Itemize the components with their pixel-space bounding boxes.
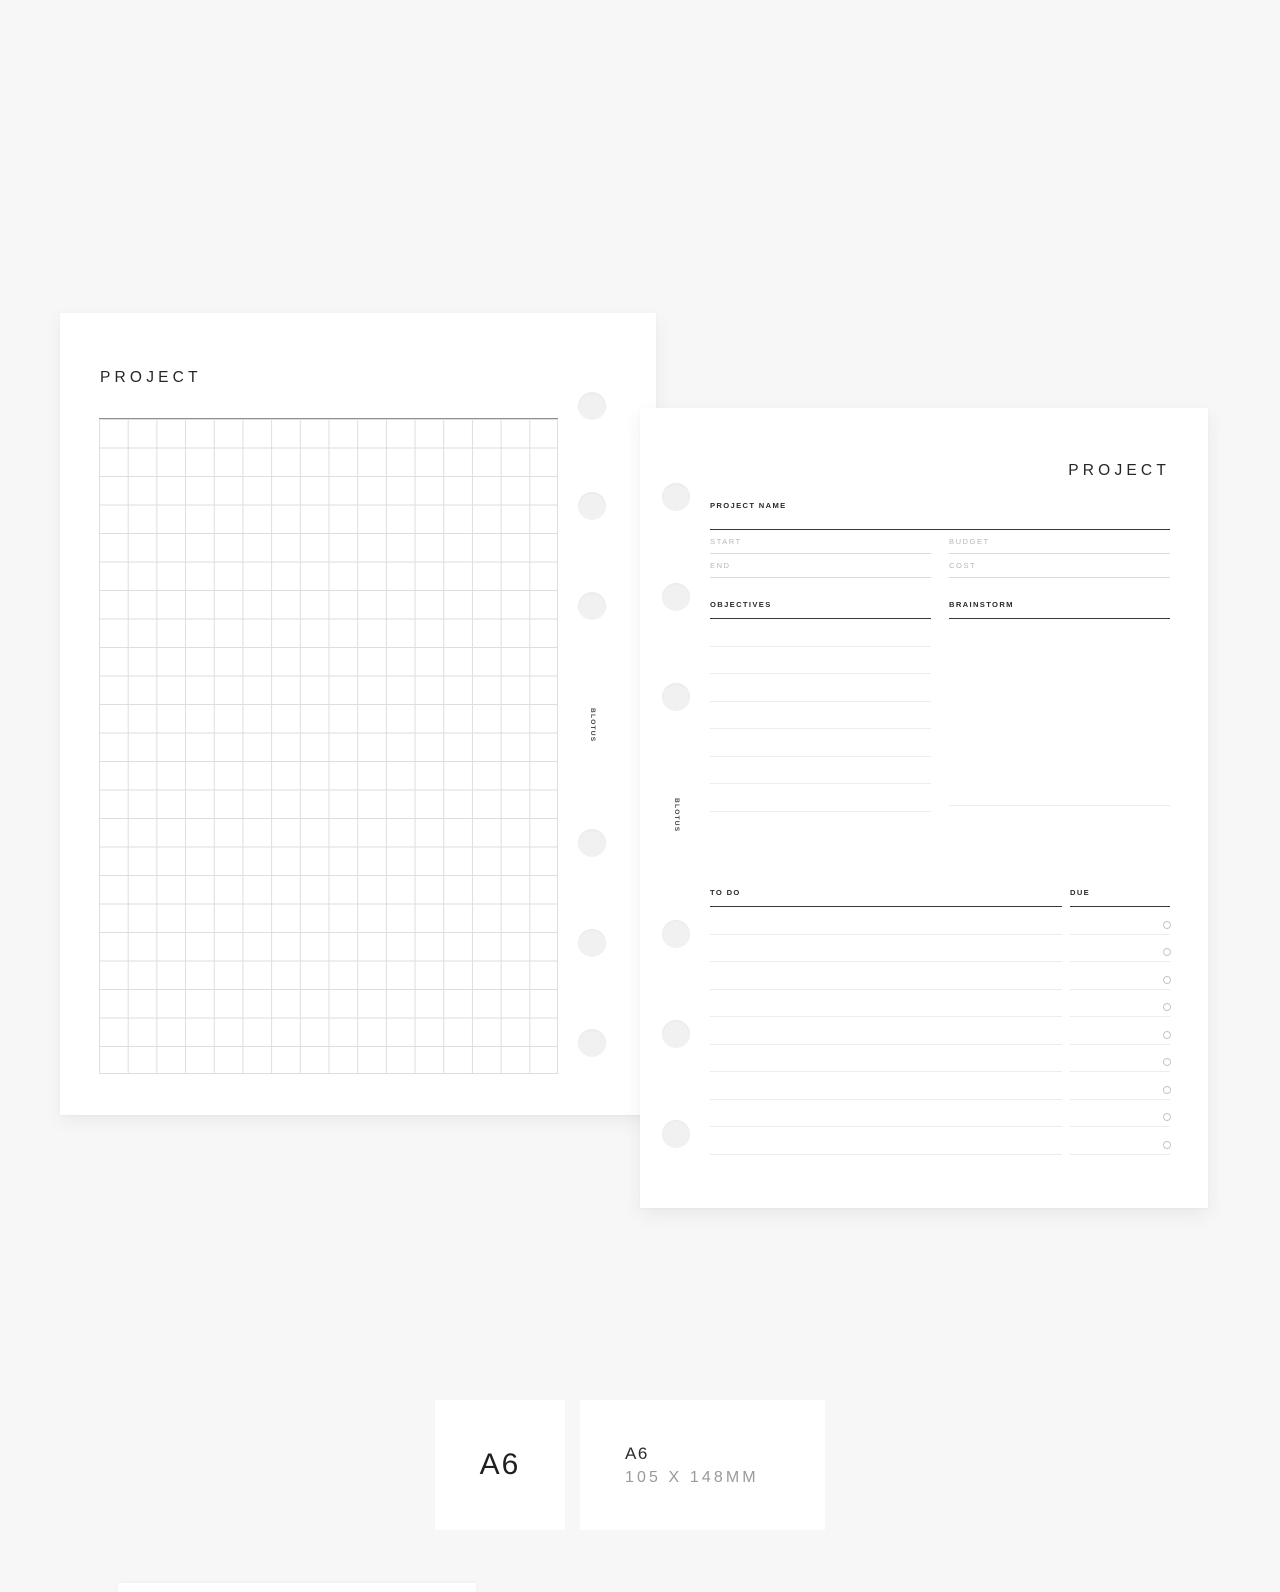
punch-hole-left-1	[578, 392, 606, 420]
size-badge-info: A6 105 X 148MM	[580, 1400, 825, 1530]
objectives-rule	[710, 618, 931, 620]
end-label: END	[710, 561, 731, 571]
todo-due-line	[1070, 1153, 1170, 1155]
circle-icon[interactable]	[1163, 1058, 1171, 1067]
field-end[interactable]: END	[710, 554, 931, 579]
punch-hole-right-3	[662, 683, 690, 711]
circle-icon[interactable]	[1163, 1140, 1171, 1149]
field-project-name[interactable]: PROJECT NAME	[710, 501, 1170, 529]
todo-col-task: TO DO	[710, 888, 1062, 908]
punch-hole-right-6	[662, 1120, 690, 1148]
punch-hole-left-5	[578, 929, 606, 957]
cost-label: COST	[949, 561, 977, 571]
punch-hole-right-4	[662, 920, 690, 948]
next-card-peek	[118, 1583, 476, 1592]
brand-mark-left: BLOTUS	[589, 708, 596, 743]
table-row[interactable]	[710, 1100, 1171, 1128]
circle-icon[interactable]	[1163, 920, 1171, 929]
canvas: PROJECT BLOTUS PROJECT PROJECT NAME STAR…	[0, 0, 1280, 1592]
todo-task-header: TO DO	[710, 888, 741, 897]
todo-col-due: DUE	[1070, 888, 1170, 908]
todo-due-cell[interactable]	[1070, 1140, 1171, 1155]
field-cost[interactable]: COST	[949, 554, 1170, 579]
end-rule	[710, 577, 931, 579]
objectives-line[interactable]	[710, 700, 931, 702]
table-row[interactable]	[710, 962, 1171, 990]
brainstorm-label: BRAINSTORM	[949, 600, 1014, 610]
table-row[interactable]	[710, 935, 1171, 963]
punch-hole-right-2	[662, 583, 690, 611]
brand-mark-right: BLOTUS	[673, 798, 680, 833]
punch-hole-right-1	[662, 483, 690, 511]
objectives-line[interactable]	[710, 645, 931, 647]
page-title-left: PROJECT	[100, 369, 202, 386]
project-form: PROJECT NAME START BUDGET END COST OBJEC…	[710, 501, 1170, 812]
project-name-label: PROJECT NAME	[710, 501, 787, 510]
size-badge-dimensions: 105 X 148MM	[625, 1469, 759, 1486]
objectives-lines[interactable]	[710, 645, 931, 812]
circle-icon[interactable]	[1163, 1003, 1171, 1012]
field-start[interactable]: START	[710, 530, 931, 555]
left-page-grid-insert: PROJECT	[60, 313, 656, 1115]
grid-paper	[99, 418, 558, 1075]
punch-hole-left-2	[578, 492, 606, 520]
field-budget[interactable]: BUDGET	[949, 530, 1170, 555]
table-row[interactable]	[710, 1045, 1171, 1073]
punch-hole-left-3	[578, 592, 606, 620]
table-row[interactable]	[710, 1127, 1171, 1155]
objectives-line[interactable]	[710, 755, 931, 757]
right-page-project-form: PROJECT PROJECT NAME START BUDGET END CO…	[640, 408, 1208, 1208]
page-title-right: PROJECT	[1068, 462, 1170, 479]
table-row[interactable]	[710, 1072, 1171, 1100]
size-badge-name: A6	[625, 1444, 649, 1463]
punch-hole-left-4	[578, 829, 606, 857]
todo-due-header: DUE	[1070, 888, 1091, 897]
size-badge-square-label: A6	[479, 1448, 521, 1481]
table-row[interactable]	[710, 907, 1171, 935]
todo-task-line	[710, 1153, 1062, 1155]
circle-icon[interactable]	[1163, 1030, 1171, 1039]
circle-icon[interactable]	[1163, 1113, 1171, 1122]
circle-icon[interactable]	[1163, 948, 1171, 957]
circle-icon[interactable]	[1163, 975, 1171, 984]
objectives-line[interactable]	[710, 810, 931, 812]
punch-hole-left-6	[578, 1029, 606, 1057]
size-badge-square: A6	[435, 1400, 565, 1530]
circle-icon[interactable]	[1163, 1085, 1171, 1094]
todo-header-row: TO DO DUE	[710, 888, 1170, 908]
objectives-line[interactable]	[710, 783, 931, 785]
cost-rule	[949, 577, 1170, 579]
brainstorm-bottom-rule	[949, 804, 1170, 806]
objectives-line[interactable]	[710, 728, 931, 730]
todo-task-cell[interactable]	[710, 1153, 1062, 1155]
objectives-label: OBJECTIVES	[710, 600, 772, 610]
budget-label: BUDGET	[949, 537, 990, 547]
section-objectives: OBJECTIVES	[710, 600, 931, 812]
section-brainstorm: BRAINSTORM	[949, 600, 1170, 812]
objectives-line[interactable]	[710, 673, 931, 675]
grid-cells	[99, 419, 558, 1074]
table-row[interactable]	[710, 990, 1171, 1018]
punch-hole-right-5	[662, 1020, 690, 1048]
brainstorm-area[interactable]	[949, 619, 1170, 805]
todo-table: TO DO DUE	[710, 888, 1171, 1155]
start-label: START	[710, 537, 742, 547]
table-row[interactable]	[710, 1017, 1171, 1045]
